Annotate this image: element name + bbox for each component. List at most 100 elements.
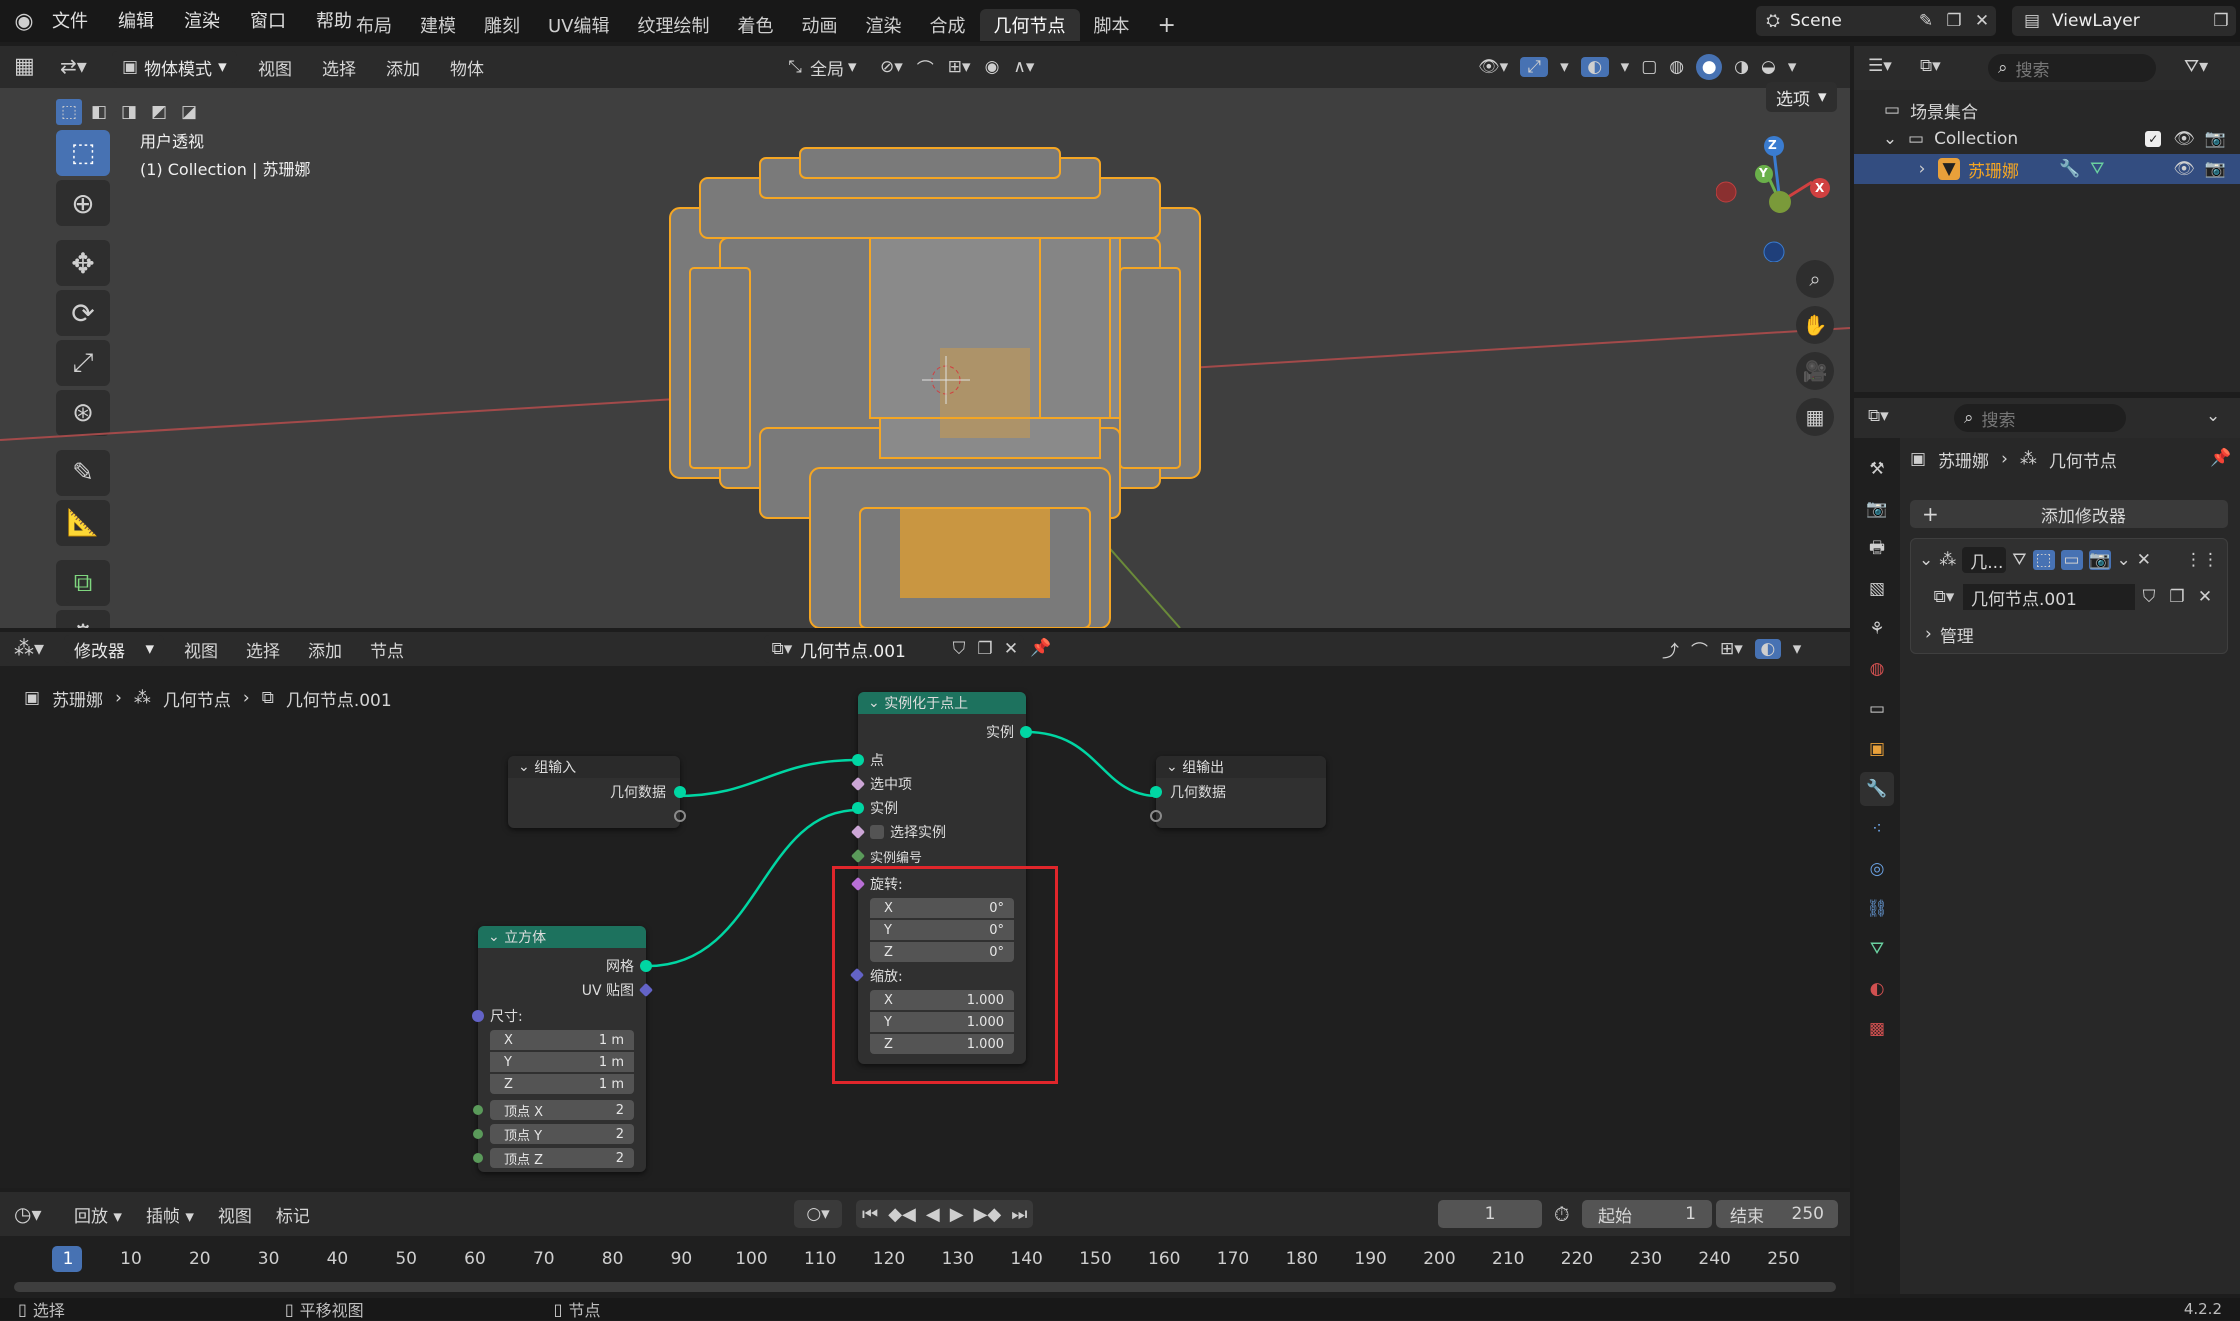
hand-pan-icon[interactable]: ✋ <box>1796 306 1834 344</box>
visibility-eye-icon[interactable]: 👁 <box>2173 129 2195 149</box>
modifier-wrench-icon[interactable]: 🔧 <box>2059 159 2080 179</box>
collapse-chevron-icon[interactable]: ⌄ <box>1919 550 1933 570</box>
pin-icon[interactable]: 📌 <box>2210 448 2231 468</box>
physics-tab-icon[interactable]: ◎ <box>1860 852 1894 886</box>
cage-toggle-icon[interactable]: ⬚ <box>2032 550 2055 570</box>
expand-chevron-icon[interactable]: › <box>1914 159 1930 179</box>
tab-compositing[interactable]: 合成 <box>916 9 980 41</box>
fake-user-icon[interactable]: ⛉ <box>2135 587 2163 607</box>
node-group-output[interactable]: ⌄ 组输出 几何数据 <box>1150 756 1326 828</box>
pivot-icon[interactable]: ⊘▾ <box>880 57 903 77</box>
mode-selector[interactable]: ▣ 物体模式 ▾ <box>112 51 237 83</box>
overlays-icon[interactable]: ◐ <box>1580 57 1609 77</box>
tl-menu-playback[interactable]: 回放 ▾ <box>74 1202 122 1227</box>
drag-handle-icon[interactable]: ⋮⋮ <box>2185 550 2219 570</box>
output-socket-empty[interactable] <box>674 810 686 822</box>
object-tab-icon[interactable]: ▣ <box>1860 732 1894 766</box>
collection-tab-icon[interactable]: ▭ <box>1860 692 1894 726</box>
zoom-icon[interactable]: ⌕ <box>1796 260 1834 298</box>
prev-keyframe-icon[interactable]: ◆◀ <box>888 1204 916 1225</box>
material-shading-icon[interactable]: ◑ <box>1734 57 1749 77</box>
render-tab-icon[interactable]: 📷 <box>1860 492 1894 526</box>
outliner-search[interactable]: ⌕ 搜索 <box>1988 54 2156 82</box>
material-tab-icon[interactable]: ◐ <box>1860 972 1894 1006</box>
end-frame-field[interactable]: 结束 250 <box>1716 1200 1838 1228</box>
properties-search[interactable]: ⌕ 搜索 <box>1954 404 2126 432</box>
menu-render[interactable]: 渲染 <box>184 7 220 33</box>
texture-tab-icon[interactable]: ▩ <box>1860 1012 1894 1046</box>
visibility-icon[interactable]: 👁▾ <box>1478 57 1508 77</box>
particles-tab-icon[interactable]: ⁖ <box>1860 812 1894 846</box>
viewport-toggle-icon[interactable]: ▭ <box>2060 550 2083 570</box>
vertices-x-field[interactable]: 顶点 X2 <box>490 1100 634 1120</box>
timeline-editor-icon[interactable]: ◷▾ <box>14 1202 42 1226</box>
grid-ortho-icon[interactable]: ▦ <box>1796 398 1834 436</box>
size-z-field[interactable]: Z1 m <box>490 1074 634 1094</box>
add-modifier-button[interactable]: + 添加修改器 <box>1910 500 2228 528</box>
gizmo-toggle-icon[interactable]: ⤢ <box>1520 57 1549 77</box>
falloff-icon[interactable]: ∧▾ <box>1013 57 1034 77</box>
close-icon[interactable]: ✕ <box>1968 11 1996 31</box>
exclude-checkbox[interactable]: ✓ <box>2145 131 2162 147</box>
edit-mode-toggle-icon[interactable]: ⛛ <box>2012 550 2026 570</box>
blender-logo-icon[interactable]: ◉ <box>10 8 38 34</box>
transform-orientation[interactable]: ⤡ 全局 ▾ <box>780 51 856 83</box>
display-mode-icon[interactable]: ⧉▾ <box>1920 56 1941 76</box>
tab-shading[interactable]: 着色 <box>724 9 788 41</box>
vertices-y-field[interactable]: 顶点 Y2 <box>490 1124 634 1144</box>
output-socket-instances[interactable] <box>1020 726 1032 738</box>
chevron-down-icon[interactable]: ⌄ <box>2206 406 2220 426</box>
filter-icon[interactable]: ⛛▾ <box>2184 56 2208 77</box>
new-scene-icon[interactable]: ❐ <box>1940 11 1968 31</box>
timeline-ruler[interactable]: 1 10 20 30 40 50 60 70 80 90 100 110 120 130 140 150 160… <box>0 1236 1850 1298</box>
unlink-icon[interactable]: ✕ <box>2191 587 2219 607</box>
manage-subpanel[interactable]: › 管理 <box>1925 621 1974 647</box>
next-keyframe-icon[interactable]: ▶◆ <box>974 1204 1002 1225</box>
menu-add[interactable]: 添加 <box>386 55 420 80</box>
object-row-selected[interactable]: › ▼ 苏珊娜 🔧 ⛛ 👁 📷 <box>1854 154 2240 184</box>
input-socket-empty[interactable] <box>1150 810 1162 822</box>
overlays-dropdown-icon[interactable]: ▾ <box>1621 57 1630 77</box>
mesh-data-icon[interactable]: ⛛ <box>2090 159 2104 179</box>
menu-window[interactable]: 窗口 <box>250 7 286 33</box>
jump-end-icon[interactable]: ⏭ <box>1011 1204 1027 1225</box>
navigation-gizmo[interactable]: Z X Y <box>1715 132 1836 263</box>
new-view-layer-icon[interactable]: ❐ <box>2206 11 2236 31</box>
proportional-edit-icon[interactable]: ◉ <box>985 57 1000 77</box>
pick-instance-checkbox[interactable] <box>870 825 884 839</box>
wireframe-shading-icon[interactable]: ◍ <box>1669 57 1684 77</box>
3d-viewport[interactable]: ▦ ⇄▾ ▣ 物体模式 ▾ 视图 选择 添加 物体 ⤡ 全局 ▾ ⊘▾ ⌒ ⊞▾… <box>0 46 1850 628</box>
input-socket-geometry[interactable] <box>1150 786 1162 798</box>
input-socket-vertices-z[interactable] <box>473 1153 483 1163</box>
outliner-editor-icon[interactable]: ☰▾ <box>1868 56 1892 76</box>
view-layer-selector[interactable]: ▤ ViewLayer ❐ <box>2012 6 2236 36</box>
camera-icon[interactable]: 🎥 <box>1796 352 1834 390</box>
output-tab-icon[interactable]: 🖶 <box>1860 532 1894 566</box>
tab-layout[interactable]: 布局 <box>342 9 406 41</box>
render-camera-icon[interactable]: 📷 <box>2205 159 2226 179</box>
constraints-tab-icon[interactable]: ⛓ <box>1860 892 1894 926</box>
input-socket-instance[interactable] <box>852 802 864 814</box>
node-group-field[interactable]: 几何节点.001 <box>1963 584 2135 610</box>
world-tab-icon[interactable]: ◍ <box>1860 652 1894 686</box>
gizmo-dropdown-icon[interactable]: ▾ <box>1560 57 1569 77</box>
jump-start-icon[interactable]: ⏮ <box>862 1204 878 1225</box>
menu-edit[interactable]: 编辑 <box>118 7 154 33</box>
node-group-input[interactable]: ⌄ 组输入 几何数据 <box>508 756 686 828</box>
render-toggle-icon[interactable]: 📷 <box>2088 550 2111 570</box>
data-tab-icon[interactable]: ⛛ <box>1860 932 1894 966</box>
tool-tab-icon[interactable]: ⚒ <box>1860 452 1894 486</box>
input-socket-vertices-y[interactable] <box>473 1129 483 1139</box>
add-workspace-icon[interactable]: + <box>1144 9 1190 41</box>
modifier-name-field[interactable]: 几... <box>1962 547 2007 573</box>
start-frame-field[interactable]: 起始 1 <box>1582 1200 1712 1228</box>
modifier-tab-icon[interactable]: 🔧 <box>1860 772 1894 806</box>
modifier-menu-icon[interactable]: ⌄ <box>2117 550 2131 570</box>
tab-texture-paint[interactable]: 纹理绘制 <box>624 9 724 41</box>
pin-icon[interactable]: ✎ <box>1912 11 1940 31</box>
rendered-shading-icon[interactable]: ◒ <box>1761 57 1776 77</box>
output-socket-mesh[interactable] <box>640 960 652 972</box>
output-socket-geometry[interactable] <box>674 786 686 798</box>
tl-menu-keying[interactable]: 插帧 ▾ <box>146 1202 194 1227</box>
tab-uv-editing[interactable]: UV编辑 <box>534 9 624 41</box>
